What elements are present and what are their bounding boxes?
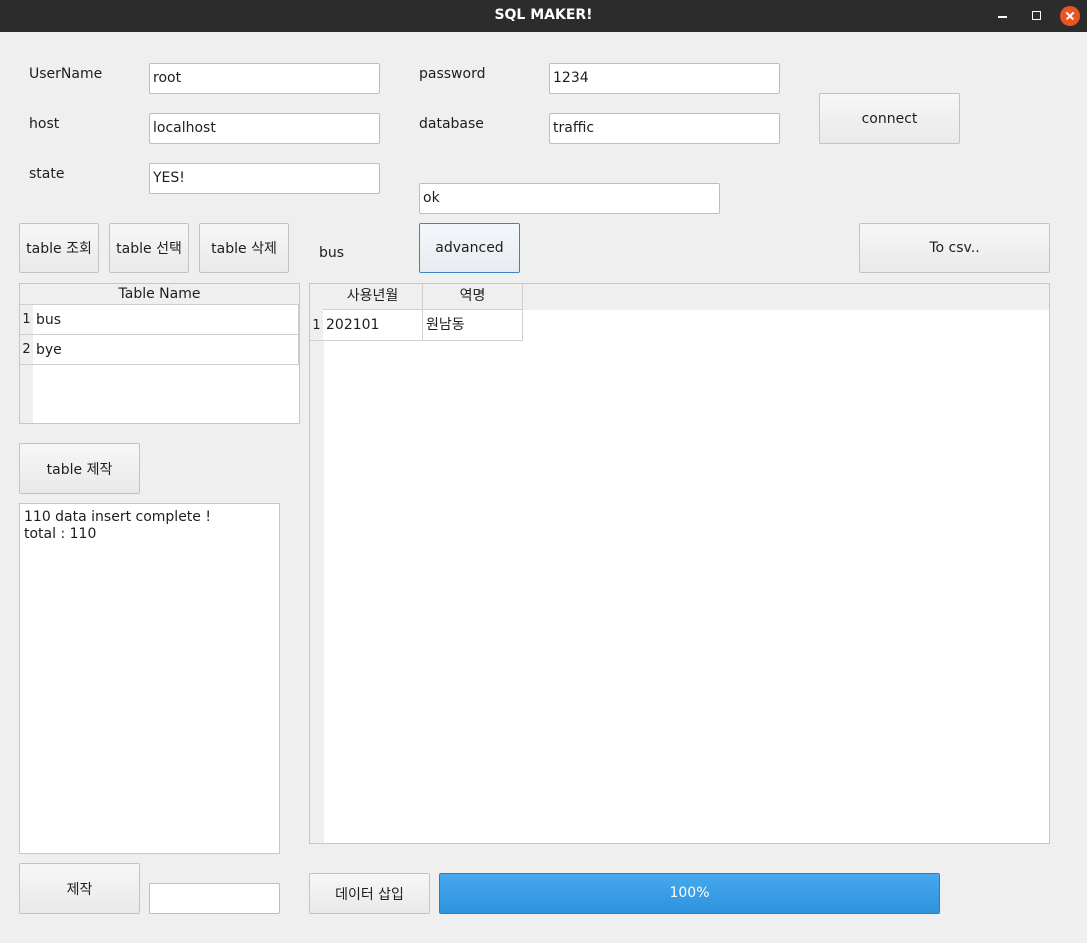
make-input[interactable] xyxy=(149,883,280,914)
to-csv-button[interactable]: To csv.. xyxy=(859,223,1050,273)
password-field[interactable]: 1234 xyxy=(549,63,780,94)
log-text-area[interactable]: 110 data insert complete ! total : 110 xyxy=(19,503,280,854)
table-cell[interactable]: 202101 xyxy=(323,310,423,341)
progress-bar: 100% xyxy=(439,873,940,914)
title-bar: SQL MAKER! xyxy=(0,0,1087,32)
row-number: 2 xyxy=(20,335,33,365)
create-table-button[interactable]: table 제작 xyxy=(19,443,140,494)
minimize-icon[interactable] xyxy=(993,6,1013,26)
log-line: 110 data insert complete ! xyxy=(24,509,211,525)
data-grid[interactable]: 사용년월 역명 1 202101 원남동 xyxy=(309,283,1050,844)
username-label: UserName xyxy=(29,66,103,82)
select-table-button[interactable]: table 선택 xyxy=(109,223,189,273)
password-label: password xyxy=(419,66,486,82)
row-number: 1 xyxy=(310,310,323,341)
state-label: state xyxy=(29,166,65,182)
table-name-header[interactable]: Table Name xyxy=(20,284,299,305)
row-header-column xyxy=(310,284,324,843)
host-field[interactable]: localhost xyxy=(149,113,380,144)
table-row-bus[interactable]: bus xyxy=(33,305,299,335)
delete-table-button[interactable]: table 삭제 xyxy=(199,223,289,273)
username-field[interactable]: root xyxy=(149,63,380,94)
state-field[interactable]: YES! xyxy=(149,163,380,194)
database-field[interactable]: traffic xyxy=(549,113,780,144)
host-label: host xyxy=(29,116,60,132)
make-button[interactable]: 제작 xyxy=(19,863,140,914)
close-icon[interactable] xyxy=(1060,6,1080,26)
row-number: 1 xyxy=(20,305,33,335)
advanced-button[interactable]: advanced xyxy=(419,223,520,273)
table-cell[interactable]: 원남동 xyxy=(423,310,523,341)
maximize-icon[interactable] xyxy=(1026,6,1046,26)
progress-text: 100% xyxy=(669,885,710,901)
connect-button[interactable]: connect xyxy=(819,93,960,144)
table-row-bye[interactable]: bye xyxy=(33,335,299,365)
database-label: database xyxy=(419,116,484,132)
status-field[interactable]: ok xyxy=(419,183,720,214)
insert-data-button[interactable]: 데이터 삽입 xyxy=(309,873,430,914)
view-table-button[interactable]: table 조회 xyxy=(19,223,99,273)
column-header[interactable]: 사용년월 xyxy=(323,284,423,310)
selected-table-label: bus xyxy=(319,245,345,261)
log-line: total : 110 xyxy=(24,526,97,542)
window-title: SQL MAKER! xyxy=(494,7,593,23)
column-header[interactable]: 역명 xyxy=(423,284,523,310)
table-list[interactable]: Table Name 1 bus 2 bye xyxy=(19,283,300,424)
